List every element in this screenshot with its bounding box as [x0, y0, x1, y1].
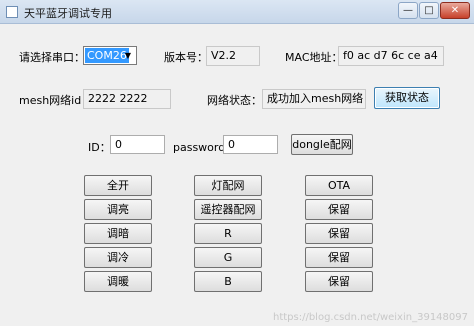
version-label: 版本号： [164, 51, 208, 64]
app-window: 天平蓝牙调试专用 — □ ✕ 请选择串口： COM26 ▼ 版本号： V2.2 … [0, 0, 474, 326]
network-status-field: 成功加入mesh网络 [262, 89, 366, 109]
mac-address-label: MAC地址： [285, 51, 343, 64]
get-status-button[interactable]: 获取状态 [374, 87, 440, 109]
minimize-button[interactable]: — [398, 2, 418, 19]
reserved-button-4[interactable]: 保留 [305, 271, 373, 292]
warm-button[interactable]: 调暖 [84, 271, 152, 292]
id-input[interactable]: 0 [110, 135, 165, 154]
reserved-button-2[interactable]: 保留 [305, 223, 373, 244]
chevron-down-icon[interactable]: ▼ [121, 48, 135, 63]
mesh-id-field: 2222 2222 [83, 89, 171, 109]
maximize-button[interactable]: □ [419, 2, 439, 19]
window-title: 天平蓝牙调试专用 [24, 7, 112, 20]
light-pair-button[interactable]: 灯配网 [194, 175, 262, 196]
dim-button[interactable]: 调暗 [84, 223, 152, 244]
remote-pair-button[interactable]: 遥控器配网 [194, 199, 262, 220]
id-label: ID： [88, 141, 111, 154]
dongle-pair-button[interactable]: dongle配网 [291, 134, 353, 155]
reserved-button-1[interactable]: 保留 [305, 199, 373, 220]
password-input[interactable]: 0 [223, 135, 278, 154]
blue-button[interactable]: B [194, 271, 262, 292]
mesh-id-label: mesh网络id： [19, 94, 93, 107]
app-icon [6, 6, 18, 18]
watermark-text: https://blog.csdn.net/weixin_39148097 [272, 312, 468, 323]
ota-button[interactable]: OTA [305, 175, 373, 196]
mac-address-field: f0 ac d7 6c ce a4 [338, 46, 444, 66]
serial-port-select[interactable]: COM26 ▼ [83, 46, 137, 65]
network-status-label: 网络状态： [207, 94, 262, 107]
serial-port-label: 请选择串口： [19, 51, 85, 64]
green-button[interactable]: G [194, 247, 262, 268]
cool-button[interactable]: 调冷 [84, 247, 152, 268]
close-button[interactable]: ✕ [440, 2, 470, 19]
brighten-button[interactable]: 调亮 [84, 199, 152, 220]
red-button[interactable]: R [194, 223, 262, 244]
version-field: V2.2 [206, 46, 260, 66]
reserved-button-3[interactable]: 保留 [305, 247, 373, 268]
all-on-button[interactable]: 全开 [84, 175, 152, 196]
title-bar[interactable]: 天平蓝牙调试专用 — □ ✕ [0, 0, 474, 24]
